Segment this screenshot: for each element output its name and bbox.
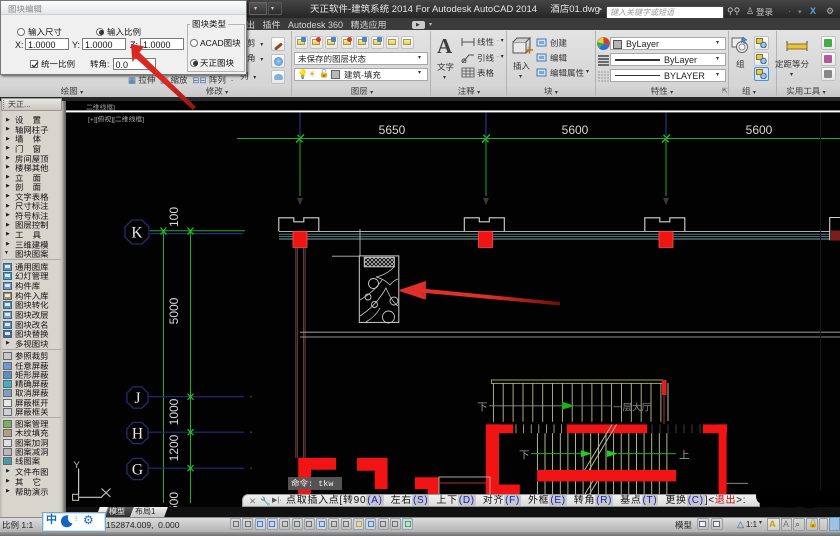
svg-text:二维线框]: 二维线框] <box>86 104 115 112</box>
svg-text:5650: 5650 <box>379 123 406 137</box>
svg-text:下: 下 <box>477 402 488 414</box>
svg-text:1000: 1000 <box>167 398 181 425</box>
svg-text:[+][俯视][二维线框]: [+][俯视][二维线框] <box>88 116 144 124</box>
svg-text:1200: 1200 <box>167 434 181 461</box>
svg-text:下: 下 <box>519 450 530 462</box>
svg-text:K: K <box>131 225 143 242</box>
svg-text:Y: Y <box>74 460 81 471</box>
svg-text:5000: 5000 <box>167 297 181 324</box>
svg-text:100: 100 <box>167 207 181 227</box>
svg-text:5600: 5600 <box>746 123 773 137</box>
svg-text:5600: 5600 <box>562 123 589 137</box>
svg-text:一层大厅: 一层大厅 <box>613 403 652 414</box>
svg-text:J: J <box>134 390 140 407</box>
svg-text:H: H <box>132 426 143 443</box>
svg-text:上: 上 <box>679 450 690 462</box>
svg-text:G: G <box>132 462 143 479</box>
